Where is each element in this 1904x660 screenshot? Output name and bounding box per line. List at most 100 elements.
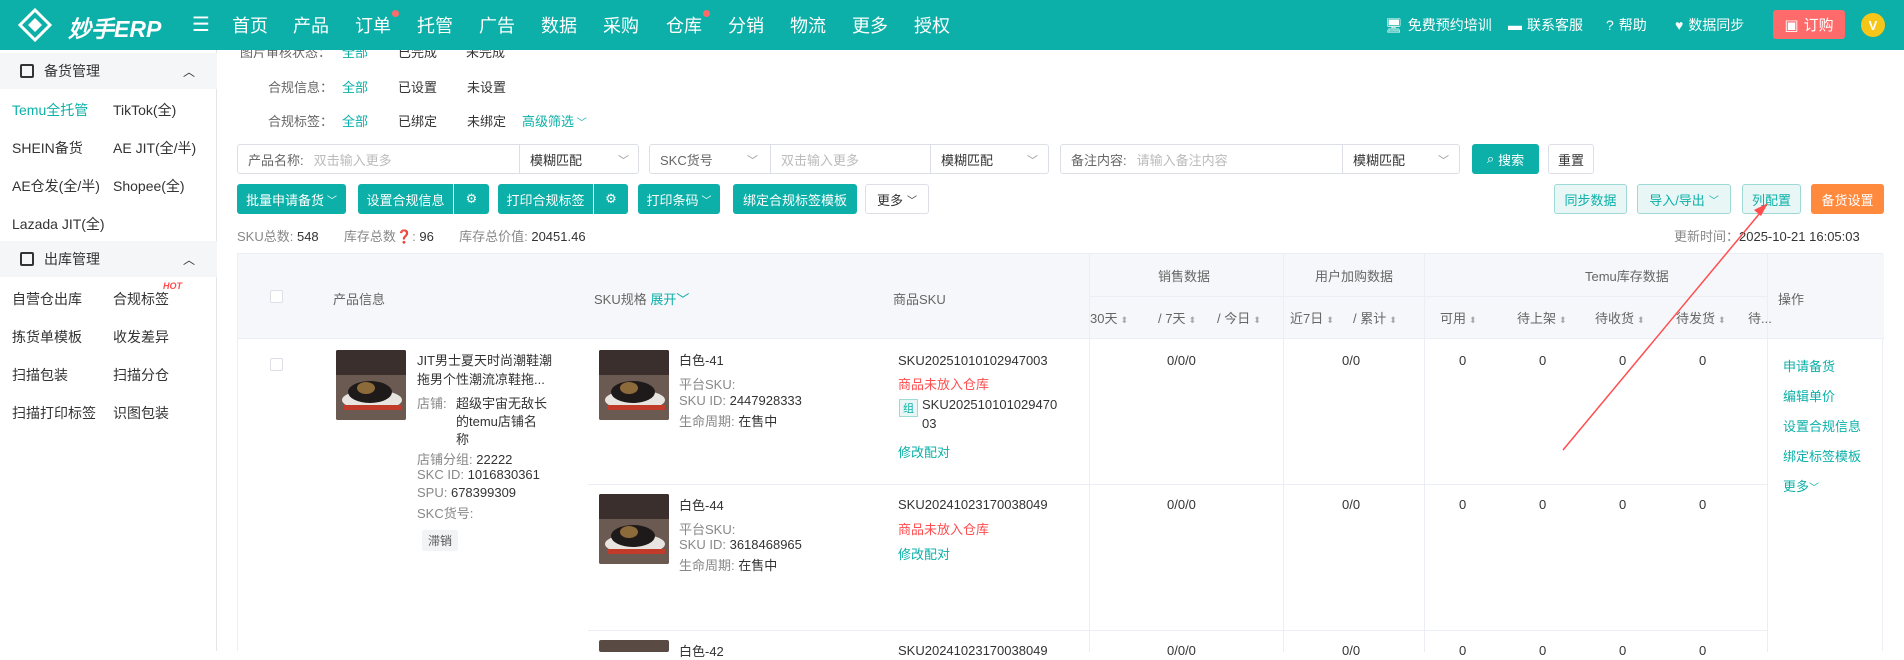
gear-icon[interactable]: ⚙ (454, 184, 489, 214)
sidebar-item-scan-print[interactable]: 扫描打印标签 (12, 403, 96, 423)
sort-onshelf[interactable]: 待上架 ⬍ (1517, 308, 1567, 327)
advanced-filter-link[interactable]: 高级筛选 ﹀ (522, 111, 587, 130)
more-actions-link[interactable]: 更多﹀ (1783, 476, 1819, 495)
search-input[interactable]: 双击输入更多 (770, 145, 930, 173)
match-mode-select[interactable]: 模糊匹配 ﹀ (1342, 145, 1459, 173)
question-icon[interactable]: ❓ (396, 229, 412, 244)
sidebar-item-ae-jit[interactable]: AE JIT(全/半) (113, 138, 196, 158)
filter-opt-unbound[interactable]: 未绑定 (467, 111, 506, 130)
filter-opt-undone[interactable]: 未完成 (466, 50, 505, 58)
filter-opt-all[interactable]: 全部 (342, 50, 368, 58)
nav-products[interactable]: 产品 (293, 12, 329, 38)
match-mode-select[interactable]: 模糊匹配 ﹀ (930, 145, 1048, 173)
row-checkbox[interactable] (270, 358, 283, 371)
sort-receiving[interactable]: 待收货 ⬍ (1595, 308, 1645, 327)
sidebar-section-outbound[interactable]: 出库管理 ︿ (0, 241, 217, 277)
filter-opt-done[interactable]: 已完成 (398, 50, 437, 58)
filter-opt-all[interactable]: 全部 (342, 111, 368, 130)
sidebar-item-pick-template[interactable]: 拣货单模板 (12, 327, 82, 347)
menu-toggle-icon[interactable]: ☰ (192, 12, 210, 37)
batch-apply-button[interactable]: 批量申请备货 ﹀ (237, 184, 346, 214)
nav-ads[interactable]: 广告 (479, 12, 515, 38)
nav-more[interactable]: 更多 (852, 12, 888, 38)
order-button[interactable]: ▣ 订购 (1773, 10, 1845, 39)
sidebar-section-stock[interactable]: 备货管理 ︿ (0, 53, 217, 89)
sort-today[interactable]: / 今日 ⬍ (1217, 308, 1261, 327)
service-link[interactable]: ▬ 联系客服 (1508, 15, 1583, 35)
bind-template-button[interactable]: 绑定合规标签模板 (733, 184, 857, 214)
group-label: 店铺分组: (417, 452, 473, 467)
edit-pairing-link[interactable]: 修改配对 (898, 442, 950, 461)
sidebar-item-shein[interactable]: SHEIN备货 (12, 138, 83, 158)
sort-available[interactable]: 可用 ⬍ (1440, 308, 1477, 327)
remark-search[interactable]: 备注内容: 请输入备注内容 模糊匹配 ﹀ (1060, 144, 1460, 174)
search-label: 产品名称: (248, 152, 304, 168)
sidebar-item-temu[interactable]: Temu全托管 (12, 100, 88, 120)
sidebar-item-ae-warehouse[interactable]: AE仓发(全/半) (12, 176, 100, 196)
sidebar-item-diff[interactable]: 收发差异 (113, 327, 169, 347)
filter-opt-all[interactable]: 全部 (342, 77, 368, 96)
product-title[interactable]: JIT男士夏天时尚潮鞋潮 (417, 350, 552, 369)
nav-purchase[interactable]: 采购 (603, 12, 639, 38)
product-name-search[interactable]: 产品名称: 双击输入更多 模糊匹配 ﹀ (237, 144, 639, 174)
skc-search[interactable]: SKC货号 ﹀ 双击输入更多 模糊匹配 ﹀ (649, 144, 1049, 174)
training-link[interactable]: 🖥 免费预约培训 (1385, 15, 1492, 35)
search-input[interactable]: 双击输入更多 (314, 150, 392, 169)
sub-label: 30天 (1090, 311, 1118, 326)
sidebar-item-lazada[interactable]: Lazada JIT(全) (12, 214, 105, 234)
sidebar-item-self-warehouse[interactable]: 自营仓出库 (12, 289, 82, 309)
import-export-button[interactable]: 导入/导出 ﹀ (1637, 184, 1731, 214)
sidebar-item-shopee[interactable]: Shopee(全) (113, 176, 185, 196)
sidebar-item-image-pack[interactable]: 识图包装 (113, 403, 169, 423)
gear-icon[interactable]: ⚙ (594, 184, 628, 214)
help-link[interactable]: ? 帮助 (1606, 15, 1647, 35)
edit-pairing-link[interactable]: 修改配对 (898, 544, 950, 563)
nav-managed[interactable]: 托管 (417, 12, 453, 38)
set-compliance-link[interactable]: 设置合规信息 (1783, 416, 1861, 435)
stock-value-label: 库存总价值: (459, 229, 528, 244)
apply-stock-link[interactable]: 申请备货 (1783, 356, 1835, 375)
sync-data-button[interactable]: 同步数据 (1554, 184, 1627, 214)
filter-opt-unset[interactable]: 未设置 (467, 77, 506, 96)
print-label-button[interactable]: 打印合规标签 (498, 184, 593, 214)
edit-price-link[interactable]: 编辑单价 (1783, 386, 1835, 405)
nav-warehouse[interactable]: 仓库 (666, 10, 710, 38)
column-config-button[interactable]: 列配置 (1742, 184, 1801, 214)
bind-template-link[interactable]: 绑定标签模板 (1783, 446, 1861, 465)
sort-30d[interactable]: 30天 ⬍ (1090, 308, 1128, 327)
sidebar-item-compliance-label[interactable]: 合规标签 HOT (113, 281, 182, 309)
sidebar-item-scan-pack[interactable]: 扫描包装 (12, 365, 68, 385)
nav-orders[interactable]: 订单 (355, 10, 399, 38)
nav-data[interactable]: 数据 (541, 12, 577, 38)
sku-image[interactable] (599, 350, 669, 420)
filter-opt-bound[interactable]: 已绑定 (398, 111, 437, 130)
product-title-cont[interactable]: 拖男个性潮流凉鞋拖... (417, 369, 545, 388)
nav-home[interactable]: 首页 (232, 12, 268, 38)
more-button[interactable]: 更多 ﹀ (865, 184, 929, 214)
stock-settings-button[interactable]: 备货设置 (1811, 184, 1884, 214)
match-mode-select[interactable]: 模糊匹配 ﹀ (519, 145, 639, 173)
sort-cart-7d[interactable]: 近7日 ⬍ (1290, 308, 1334, 327)
product-image[interactable] (336, 350, 406, 420)
search-button[interactable]: ⌕ 搜索 (1472, 144, 1539, 174)
expand-toggle[interactable]: 展开﹀ (650, 292, 689, 307)
sort-7d[interactable]: / 7天 ⬍ (1158, 308, 1196, 327)
sidebar-item-scan-split[interactable]: 扫描分仓 (113, 365, 169, 385)
sync-link[interactable]: ♥ 数据同步 (1675, 15, 1744, 35)
set-compliance-button[interactable]: 设置合规信息 (358, 184, 453, 214)
sidebar-item-tiktok[interactable]: TikTok(全) (113, 100, 176, 120)
search-input[interactable]: 请输入备注内容 (1137, 150, 1228, 169)
print-barcode-button[interactable]: 打印条码 ﹀ (638, 184, 720, 214)
avatar[interactable]: V (1861, 13, 1885, 37)
sort-shipping[interactable]: 待发货 ⬍ (1676, 308, 1726, 327)
filter-opt-set[interactable]: 已设置 (398, 77, 437, 96)
nav-logistics[interactable]: 物流 (790, 12, 826, 38)
lifecycle: 生命周期: 在售中 (679, 411, 777, 430)
sort-cart-total[interactable]: / 累计 ⬍ (1353, 308, 1397, 327)
select-all-checkbox[interactable] (270, 290, 283, 303)
nav-authorize[interactable]: 授权 (914, 12, 950, 38)
reset-button[interactable]: 重置 (1548, 144, 1594, 174)
sku-image[interactable] (599, 494, 669, 564)
nav-distribution[interactable]: 分销 (728, 12, 764, 38)
sku-image[interactable] (599, 640, 669, 652)
